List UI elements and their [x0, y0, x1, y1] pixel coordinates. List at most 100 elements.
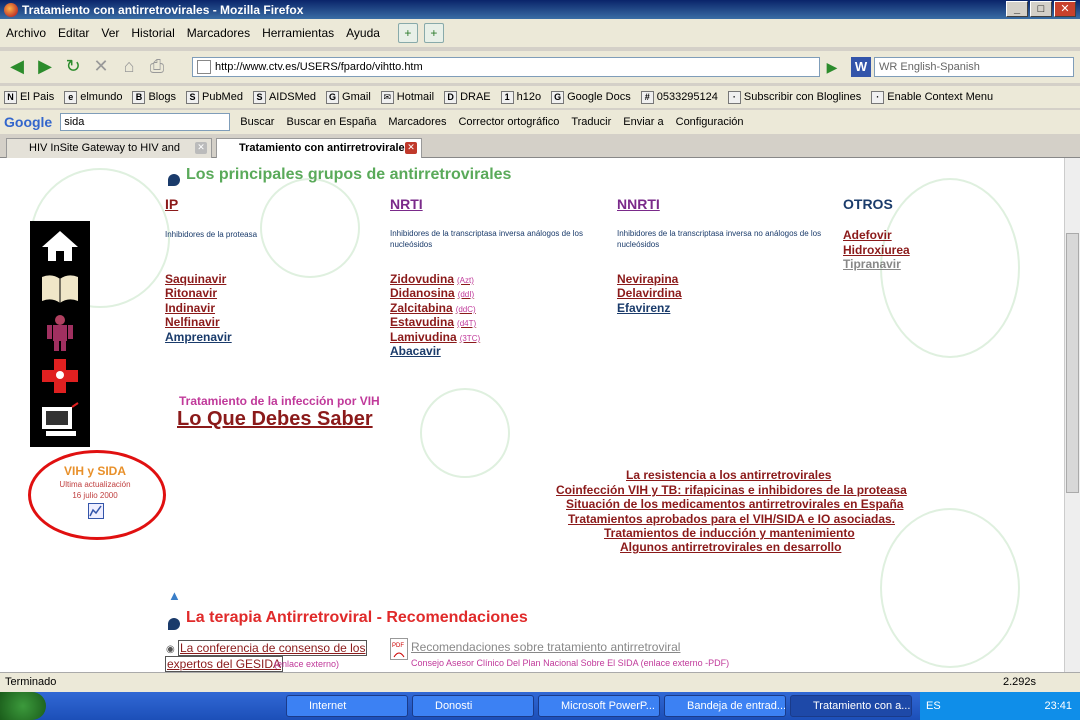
search-input[interactable]: WR English-Spanish: [874, 57, 1074, 77]
search-spain-button[interactable]: Buscar en España: [286, 116, 376, 128]
drug-link-amprenavir[interactable]: Amprenavir: [165, 330, 232, 344]
drug-link-tipranavir[interactable]: Tipranavir: [843, 257, 901, 271]
book-icon[interactable]: [38, 269, 82, 307]
rec-link-plan-nacional[interactable]: Recomendaciones sobre tratamiento antirr…: [411, 640, 680, 654]
task-firefox[interactable]: Tratamiento con a...: [790, 695, 912, 717]
close-tab-icon[interactable]: ✕: [195, 142, 207, 154]
task-internet[interactable]: Internet: [286, 695, 408, 717]
tab-tratamiento[interactable]: Tratamiento con antirretrovirales ✕: [216, 138, 422, 158]
forward-button[interactable]: ▶: [32, 55, 58, 79]
bookmark-drae[interactable]: D DRAE: [444, 90, 491, 104]
link-coinfeccion[interactable]: Coinfección VIH y TB: rifapicinas e inhi…: [556, 483, 907, 497]
bookmark-context-menu[interactable]: · Enable Context Menu: [871, 90, 993, 104]
bookmark-el-pais[interactable]: N El Pais: [4, 90, 54, 104]
language-indicator[interactable]: ES: [926, 700, 941, 712]
drug-link-didanosina[interactable]: Didanosina (ddI): [390, 286, 474, 300]
vertical-scrollbar[interactable]: [1064, 158, 1080, 672]
drug-link-zidovudina[interactable]: Zidovudina (Azt): [390, 272, 474, 286]
menu-archivo[interactable]: Archivo: [6, 26, 46, 40]
link-tratamientos-aprobados[interactable]: Tratamientos aprobados para el VIH/SIDA …: [568, 512, 895, 526]
stop-button[interactable]: ✕: [88, 55, 114, 79]
link-induccion[interactable]: Tratamientos de inducción y mantenimient…: [604, 526, 855, 540]
drug-link-abacavir[interactable]: Abacavir: [390, 344, 441, 358]
task-powerpoint[interactable]: Microsoft PowerP...: [538, 695, 660, 717]
minimize-button[interactable]: _: [1006, 1, 1028, 17]
clock[interactable]: 23:41: [1044, 692, 1072, 720]
google-search-button[interactable]: Buscar: [240, 116, 274, 128]
google-logo[interactable]: Google: [4, 114, 52, 130]
drug-link-estavudina[interactable]: Estavudina (d4T): [390, 315, 476, 329]
up-arrow-icon[interactable]: ▲: [168, 588, 181, 603]
task-bandeja[interactable]: Bandeja de entrad...: [664, 695, 786, 717]
home-button[interactable]: ⌂: [116, 55, 142, 79]
bookmark-icon: ·: [871, 90, 885, 104]
chart-icon[interactable]: [88, 503, 104, 519]
send-to-button[interactable]: Enviar a: [623, 116, 663, 128]
drug-link-nevirapina[interactable]: Nevirapina: [617, 272, 678, 286]
feature-subtitle: Tratamiento de la infección por VIH: [179, 394, 380, 408]
bookmark-aidsmed[interactable]: S AIDSMed: [252, 90, 316, 104]
drug-link-hidroxiurea[interactable]: Hidroxiurea: [843, 243, 910, 257]
bookmark-h12o[interactable]: 1 h12o: [500, 90, 541, 104]
drug-link-adefovir[interactable]: Adefovir: [843, 228, 892, 242]
new-window-icon[interactable]: +: [423, 23, 444, 43]
translate-button[interactable]: Traducir: [571, 116, 611, 128]
computer-icon[interactable]: [38, 401, 82, 439]
drug-link-zalcitabina[interactable]: Zalcitabina (ddC): [390, 301, 476, 315]
feature-title-link[interactable]: Lo Que Debes Saber: [177, 408, 373, 431]
link-resistencia[interactable]: La resistencia a los antirretrovirales: [626, 468, 831, 482]
close-button[interactable]: ✕: [1054, 1, 1076, 17]
drug-link-indinavir[interactable]: Indinavir: [165, 301, 215, 315]
search-engine-icon[interactable]: W: [851, 57, 871, 77]
task-donosti[interactable]: Donosti: [412, 695, 534, 717]
print-button[interactable]: ⎙: [144, 55, 170, 79]
new-tab-icon[interactable]: +: [397, 23, 418, 43]
menu-ver[interactable]: Ver: [101, 26, 119, 40]
link-en-desarrollo[interactable]: Algunos antirretrovirales en desarrollo: [620, 540, 841, 554]
menu-historial[interactable]: Historial: [131, 26, 174, 40]
home-icon[interactable]: [38, 227, 82, 265]
bookmark-blogs[interactable]: B Blogs: [132, 90, 176, 104]
menu-editar[interactable]: Editar: [58, 26, 89, 40]
anatomy-icon[interactable]: [38, 313, 82, 351]
go-button[interactable]: ▶: [822, 57, 842, 77]
link-situacion[interactable]: Situación de los medicamentos antirretro…: [566, 497, 903, 511]
bookmark-bloglines[interactable]: · Subscribir con Bloglines: [727, 90, 861, 104]
bookmark-pubmed[interactable]: S PubMed: [185, 90, 243, 104]
red-cross-icon[interactable]: [38, 357, 82, 395]
close-tab-icon[interactable]: ✕: [405, 142, 417, 154]
bookmark-elmundo[interactable]: e elmundo: [64, 90, 122, 104]
bookmark-gmail[interactable]: G Gmail: [326, 90, 371, 104]
rec-note-plan-nacional: Consejo Asesor Clínico Del Plan Nacional…: [411, 658, 730, 668]
start-button[interactable]: [0, 692, 46, 720]
rec-link-gesida-line2[interactable]: expertos del GESIDA: [165, 656, 284, 672]
column-title-nnrti[interactable]: NNRTI: [617, 196, 660, 212]
url-bar[interactable]: http://www.ctv.es/USERS/fpardo/vihtto.ht…: [192, 57, 820, 77]
back-button[interactable]: ◀: [4, 55, 30, 79]
bookmark-google-docs[interactable]: G Google Docs: [551, 90, 631, 104]
tab-hiv-insite[interactable]: HIV InSite Gateway to HIV and AIDS... ✕: [6, 138, 212, 172]
bookmark-hotmail[interactable]: ✉ Hotmail: [380, 90, 434, 104]
drug-link-efavirenz[interactable]: Efavirenz: [617, 301, 670, 315]
menu-marcadores[interactable]: Marcadores: [187, 26, 250, 40]
column-title-ip[interactable]: IP: [165, 196, 178, 212]
drug-link-delavirdina[interactable]: Delavirdina: [617, 286, 682, 300]
drug-link-saquinavir[interactable]: Saquinavir: [165, 272, 226, 286]
reload-button[interactable]: ↻: [60, 55, 86, 79]
maximize-button[interactable]: □: [1030, 1, 1052, 17]
settings-button[interactable]: Configuración: [676, 116, 744, 128]
rec-link-gesida-line1[interactable]: La conferencia de consenso de los: [178, 640, 368, 656]
spellcheck-button[interactable]: Corrector ortográfico: [458, 116, 559, 128]
tab-bar: HIV InSite Gateway to HIV and AIDS... ✕ …: [0, 136, 1080, 172]
google-bookmarks-button[interactable]: Marcadores: [388, 116, 446, 128]
google-search-input[interactable]: sida: [60, 113, 231, 131]
drug-link-ritonavir[interactable]: Ritonavir: [165, 286, 217, 300]
bookmark-phone[interactable]: #0533295124: [640, 90, 718, 104]
drug-link-lamivudina[interactable]: Lamivudina (3TC): [390, 330, 480, 344]
pdf-icon[interactable]: PDF: [390, 638, 408, 660]
scrollbar-thumb[interactable]: [1066, 233, 1079, 493]
column-title-nrti[interactable]: NRTI: [390, 196, 423, 212]
menu-ayuda[interactable]: Ayuda: [346, 26, 380, 40]
menu-herramientas[interactable]: Herramientas: [262, 26, 334, 40]
drug-link-nelfinavir[interactable]: Nelfinavir: [165, 315, 220, 329]
